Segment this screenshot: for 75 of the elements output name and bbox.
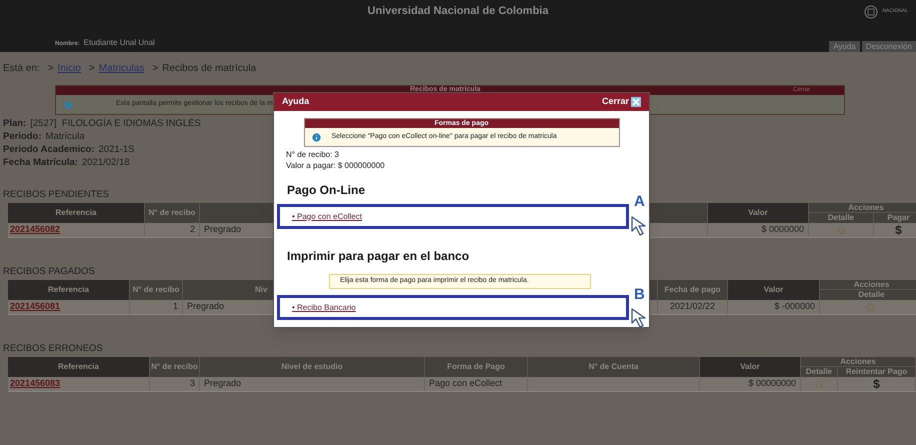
table-header: Forma de Pago	[447, 361, 505, 373]
table-header: N° de Cuenta	[588, 361, 638, 373]
table-cell: 1	[130, 300, 183, 314]
search-icon[interactable]	[867, 302, 876, 312]
table-header: Acciones	[809, 203, 916, 213]
table-header: Acciones	[801, 357, 916, 367]
table-cell: Pregrado	[200, 377, 425, 391]
search-icon[interactable]	[836, 226, 846, 234]
section-title: RECIBOS ERRONEOS	[3, 343, 103, 354]
table-cell: 2	[145, 223, 200, 237]
info-value: 2021-1S	[98, 143, 134, 157]
site-title: Universidad Nacional de Colombia	[368, 4, 548, 19]
annotation-letter: B	[634, 287, 645, 302]
reference-link[interactable]: 2021456082	[10, 223, 60, 237]
table-header: Valor	[740, 361, 760, 373]
table-header: Valor	[764, 284, 784, 296]
table-header: Reintentar Pago	[838, 367, 916, 377]
table-header: N° de recibo	[151, 361, 198, 373]
table-header: Niv	[255, 284, 268, 296]
user-name: Etudiante Unal Unal	[84, 37, 155, 49]
table-header: Detalle	[820, 290, 916, 300]
table-header: Referencia	[58, 361, 99, 373]
receipt-detail: Valor a pagar: $ 000000000	[286, 160, 386, 171]
table-header: Referencia	[48, 284, 89, 296]
pay-button[interactable]: $	[873, 378, 880, 390]
close-icon	[631, 97, 641, 107]
table-header: Detalle	[809, 213, 874, 223]
breadcrumb-link[interactable]: Inicio	[58, 61, 81, 76]
table-cell: $ -000000	[728, 300, 820, 314]
emblem-icon	[864, 5, 878, 19]
table-header: N° de recibo	[148, 207, 196, 219]
info-value: [2527] FILOLOGÍA E IDIOMAS INGLÉS	[30, 117, 201, 131]
payment-link[interactable]: • Recibo Bancario	[292, 302, 356, 314]
info-label: Periodo:	[3, 130, 42, 144]
table-cell: Pago con eCollect	[425, 377, 528, 391]
payment-link[interactable]: • Pago con eCollect	[292, 210, 362, 222]
table-header: N° de recibo	[132, 284, 180, 296]
info-label: Fecha Matrícula:	[3, 156, 78, 170]
info-value: Matrícula	[46, 130, 85, 144]
table-header: Pagar	[874, 213, 916, 223]
info-icon	[63, 100, 73, 110]
info-label: Periodo Academico:	[3, 143, 95, 157]
breadcrumb-separator: >	[152, 62, 158, 76]
breadcrumb-link[interactable]: Matriculas	[98, 61, 144, 76]
breadcrumb-label: Está en:	[3, 62, 40, 76]
table-cell: 3	[150, 377, 200, 391]
table-header: Referencia	[56, 207, 96, 219]
annotation-letter: A	[634, 194, 645, 209]
table-header: Fecha de pago	[664, 284, 720, 296]
table-header: Nivel de estudio	[281, 361, 343, 373]
pay-button[interactable]: $	[895, 224, 902, 236]
table-cell: $ 0000000	[708, 223, 809, 237]
option-heading: Pago On-Line	[286, 182, 366, 199]
reference-link[interactable]: 2021456081	[10, 300, 60, 314]
table-header: Detalle	[801, 367, 838, 377]
breadcrumb-separator: >	[48, 62, 54, 76]
reference-link[interactable]: 2021456083	[10, 377, 60, 391]
table-cell: $ 00000000	[700, 377, 801, 391]
receipt-detail: N° de recibo: 3	[286, 149, 340, 160]
section-title: RECIBOS PENDIENTES	[3, 189, 110, 200]
table-header: Valor	[748, 207, 768, 219]
option-heading: Imprimir para pagar en el banco	[286, 248, 470, 265]
info-icon	[310, 132, 322, 142]
header-button[interactable]: Ayuda	[829, 41, 860, 52]
close-button[interactable]: Cerrar	[602, 95, 641, 109]
breadcrumb-separator: >	[88, 62, 95, 76]
section-title: RECIBOS PAGADOS	[3, 266, 95, 277]
breadcrumb-current: Recibos de matrícula	[162, 62, 256, 76]
info-value: 2021/02/18	[82, 156, 130, 170]
info-label: Plan:	[3, 117, 26, 131]
dialog-title: Ayuda	[282, 95, 310, 108]
search-icon[interactable]	[814, 380, 824, 388]
header-button[interactable]: Desconexión	[862, 41, 916, 52]
table-header: Acciones	[820, 280, 916, 290]
table-cell: 2021/02/22	[658, 300, 728, 314]
